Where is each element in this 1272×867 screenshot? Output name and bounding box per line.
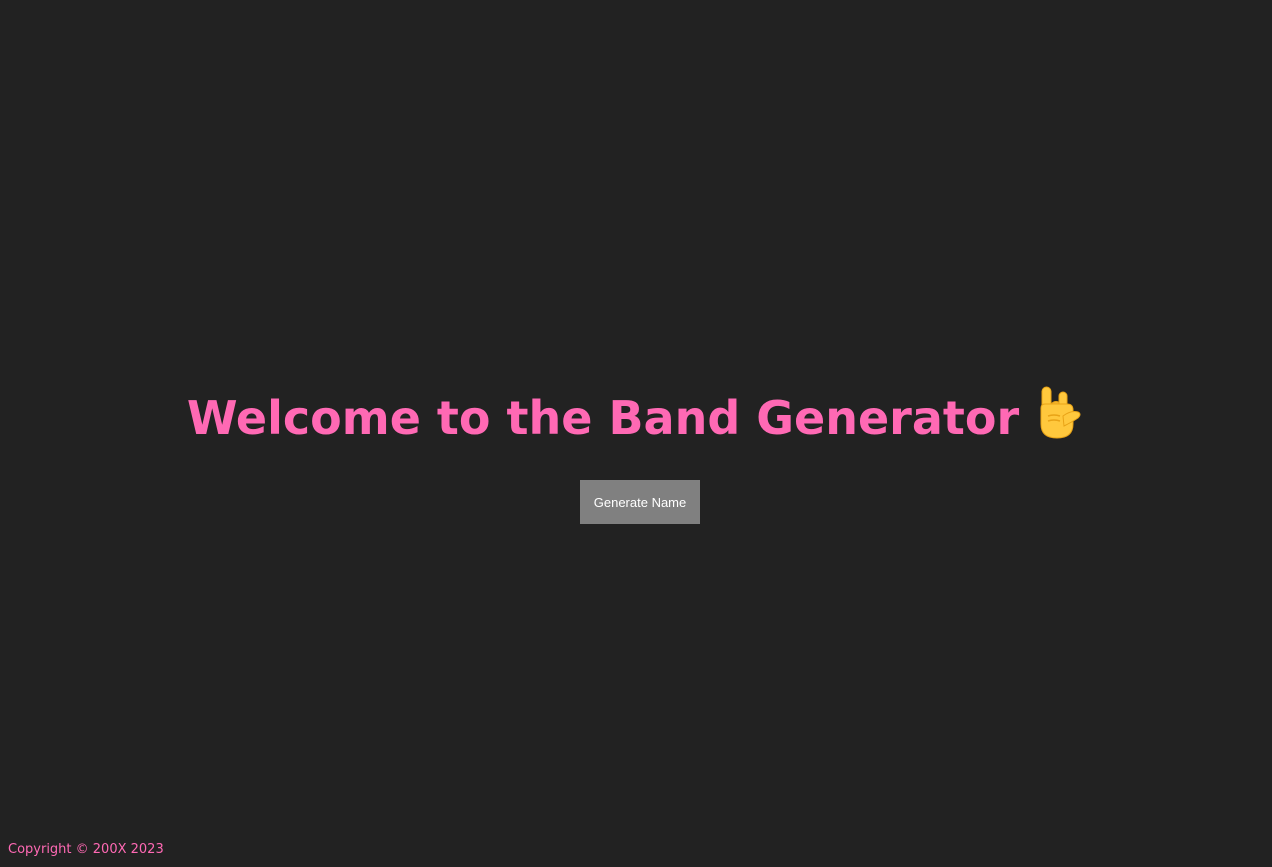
page-title-text: Welcome to the Band Generator (186, 391, 1020, 445)
page-title: Welcome to the Band Generator (0, 384, 1272, 449)
footer-copyright: Copyright © 200X 2023 (8, 842, 164, 857)
generate-name-button[interactable]: Generate Name (580, 480, 700, 524)
page: Welcome to the Band Generator Generate N… (0, 0, 1272, 867)
rock-on-hand-icon (1033, 384, 1085, 440)
